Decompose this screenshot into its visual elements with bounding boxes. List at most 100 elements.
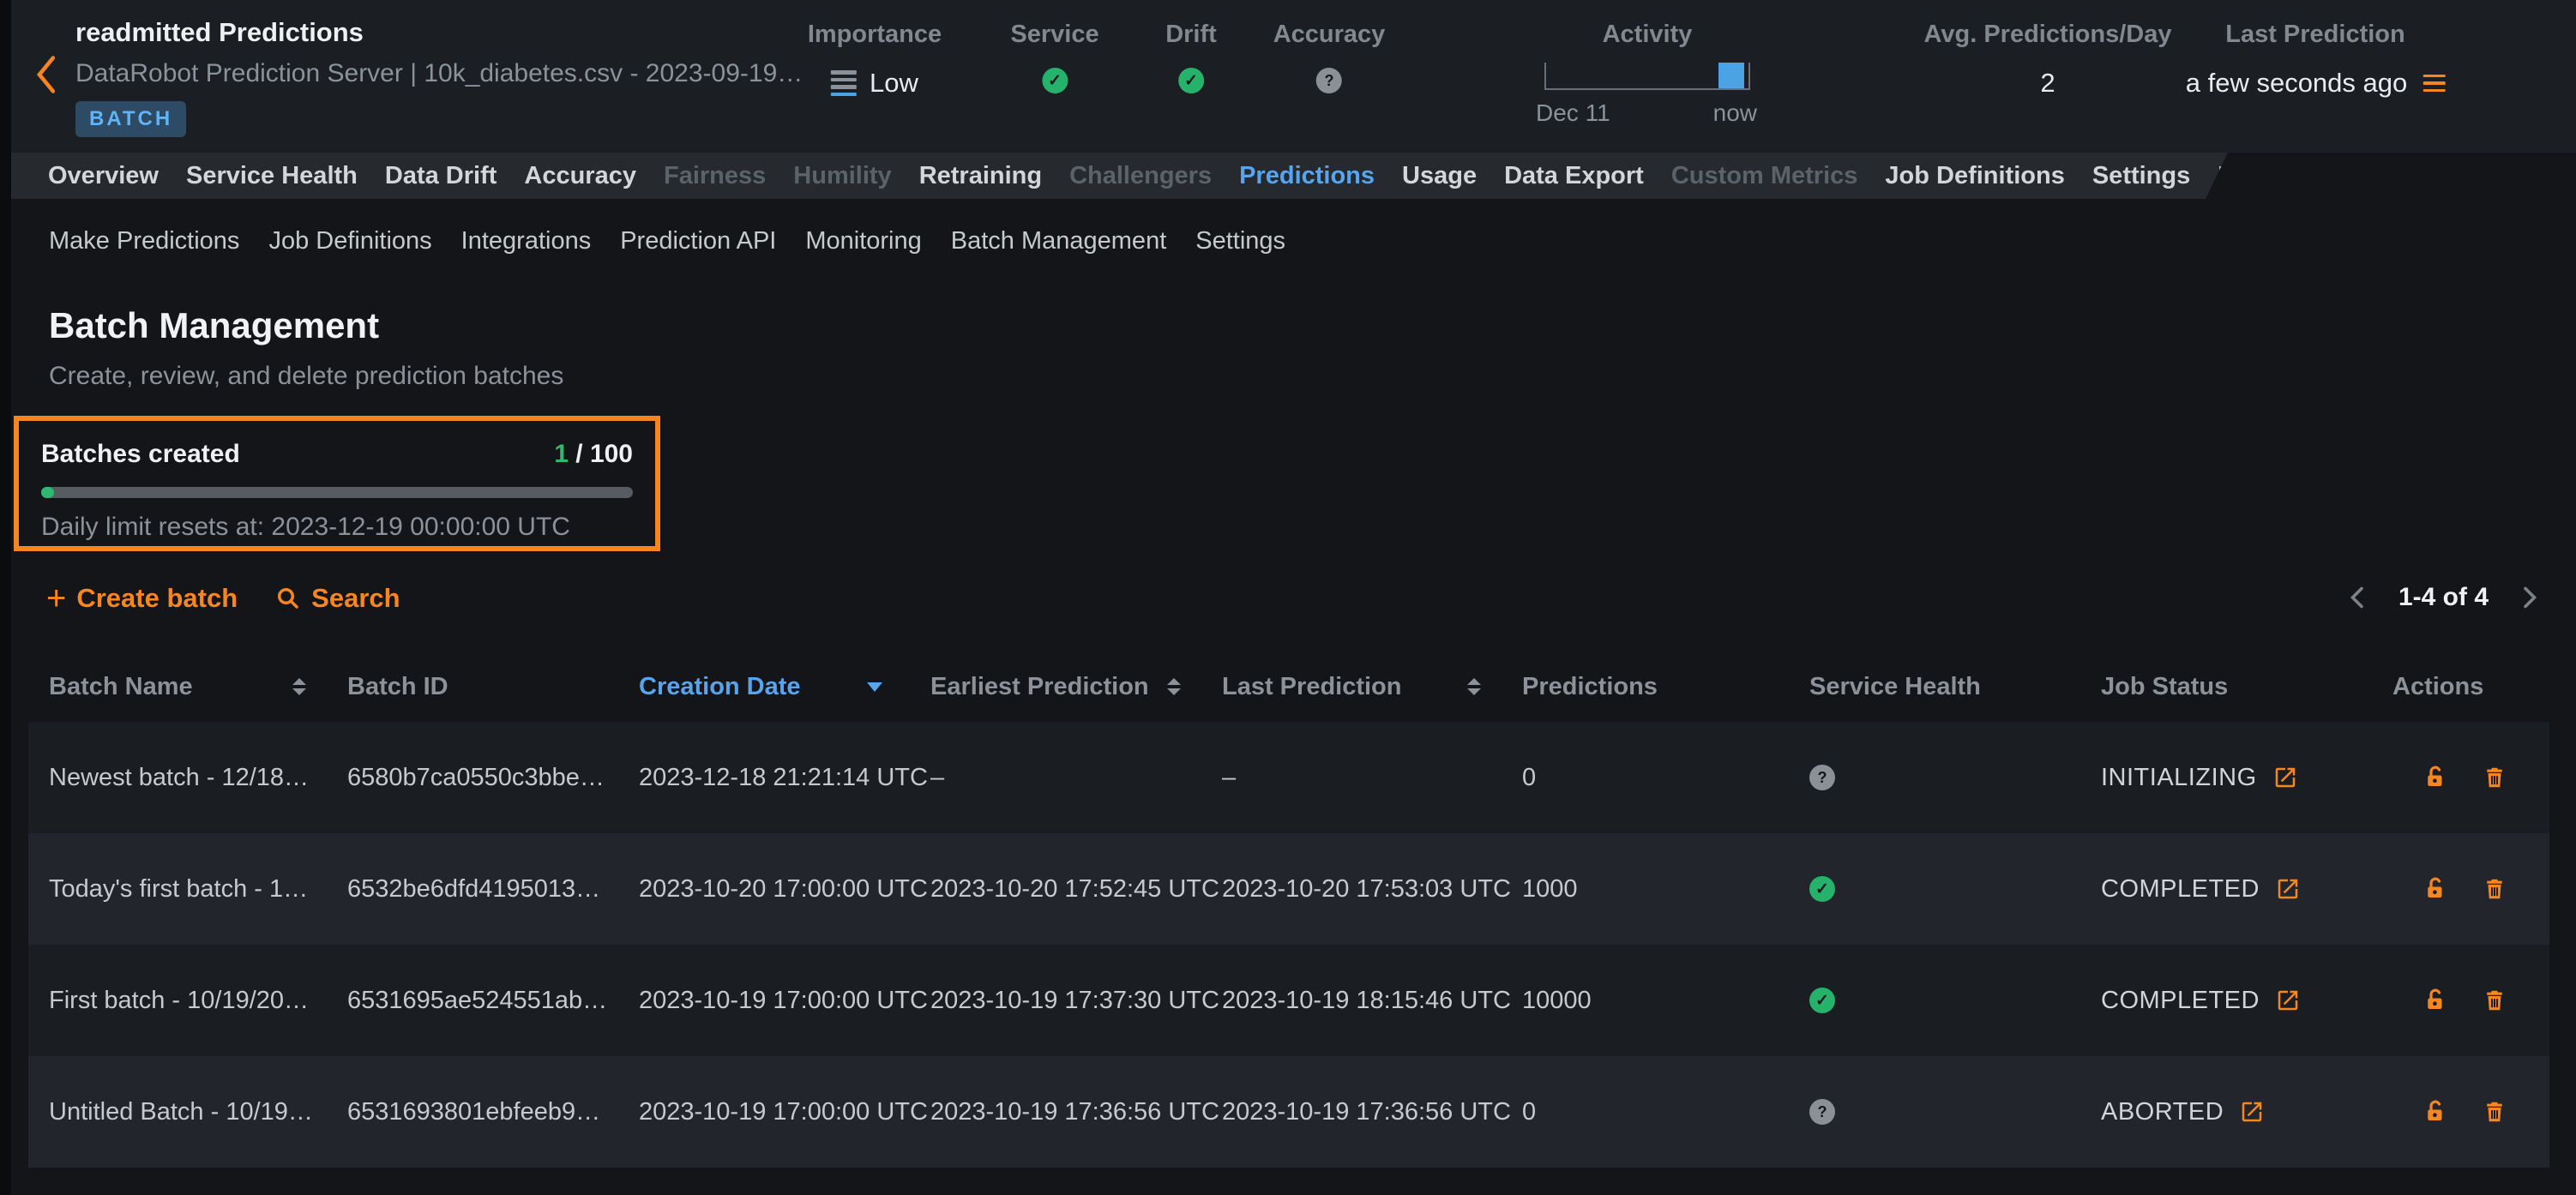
external-link-icon[interactable] bbox=[2275, 876, 2301, 902]
previous-page-icon[interactable] bbox=[2349, 585, 2364, 610]
sort-icon[interactable] bbox=[1167, 678, 1181, 695]
predictions-sub-nav-tab-monitoring: Monitoring bbox=[791, 227, 936, 255]
trash-icon[interactable] bbox=[2482, 876, 2507, 902]
cell-job-status: ABORTED bbox=[2092, 1098, 2384, 1126]
col-service-health: Service Health bbox=[1801, 673, 2092, 701]
sort-icon[interactable] bbox=[1467, 678, 1481, 695]
col-creation-date-label: Creation Date bbox=[639, 673, 801, 701]
job-status-text: COMPLETED bbox=[2101, 875, 2260, 904]
predictions-sub-nav-tab-prediction-api[interactable]: Prediction API bbox=[605, 227, 791, 255]
cell-batch-id: 6580b7ca0550c3bbe… bbox=[347, 764, 639, 792]
predictions-count-text: 10000 bbox=[1522, 987, 1592, 1015]
cell-creation-date: 2023-12-18 21:21:14 UTC bbox=[639, 764, 930, 792]
main-nav-tab-fairness: Fairness bbox=[650, 162, 779, 190]
predictions-sub-nav-tab-settings[interactable]: Settings bbox=[1181, 227, 1300, 255]
external-link-icon[interactable] bbox=[2272, 765, 2298, 790]
main-nav-tab-predictions[interactable]: Predictions bbox=[1225, 162, 1388, 190]
predictions-sub-nav-tab-job-definitions[interactable]: Job Definitions bbox=[254, 227, 446, 255]
earliest-prediction-text: – bbox=[930, 764, 944, 792]
unlock-icon[interactable] bbox=[2423, 1099, 2448, 1125]
col-batch-name[interactable]: Batch Name bbox=[28, 673, 347, 701]
sort-desc-icon[interactable] bbox=[867, 682, 882, 692]
create-batch-button[interactable]: + Create batch bbox=[46, 583, 238, 614]
unlock-icon[interactable] bbox=[2423, 876, 2448, 902]
quota-title: Batches created bbox=[41, 440, 240, 469]
cell-last-prediction: 2023-10-20 17:53:03 UTC bbox=[1222, 875, 1522, 904]
batch-id-text: 6580b7ca0550c3bbe… bbox=[347, 764, 605, 792]
trash-icon[interactable] bbox=[2482, 1099, 2507, 1125]
tab-label: Retraining bbox=[919, 162, 1042, 189]
cell-job-status: COMPLETED bbox=[2092, 987, 2384, 1015]
main-nav-tab-data-export[interactable]: Data Export bbox=[1490, 162, 1658, 190]
cell-service-health: ? bbox=[1801, 1099, 2092, 1125]
unlock-icon[interactable] bbox=[2423, 988, 2448, 1013]
col-last-prediction[interactable]: Last Prediction bbox=[1222, 673, 1522, 701]
main-nav-tab-usage[interactable]: Usage bbox=[1388, 162, 1490, 190]
tab-label: Data Export bbox=[1504, 162, 1644, 189]
table-row[interactable]: Untitled Batch - 10/19…6531693801ebfeeb9… bbox=[28, 1056, 2549, 1168]
tab-label: Job Definitions bbox=[1885, 162, 2064, 189]
cell-batch-name: Newest batch - 12/18… bbox=[28, 764, 347, 792]
earliest-prediction-text: 2023-10-19 17:37:30 UTC bbox=[930, 987, 1219, 1015]
predictions-sub-nav-tab-make-predictions[interactable]: Make Predictions bbox=[34, 227, 254, 255]
search-button[interactable]: Search bbox=[275, 583, 400, 614]
last-prediction-text: 2023-10-19 18:15:46 UTC bbox=[1222, 987, 1511, 1015]
trash-icon[interactable] bbox=[2482, 765, 2507, 790]
predictions-sub-nav-tab-integrations[interactable]: Integrations bbox=[447, 227, 606, 255]
table-row[interactable]: Newest batch - 12/18…6580b7ca0550c3bbe… 2… bbox=[28, 722, 2549, 833]
main-nav-tab-retraining[interactable]: Retraining bbox=[906, 162, 1056, 190]
table-row[interactable]: Today's first batch - 1…6532be6dfd419501… bbox=[28, 833, 2549, 945]
tab-label: Prediction API bbox=[620, 227, 776, 255]
left-edge-strip bbox=[0, 0, 11, 1195]
cell-batch-name: Today's first batch - 1… bbox=[28, 875, 347, 904]
batches-table: Batch Name Batch ID Creation Date Earlie… bbox=[28, 652, 2549, 1168]
external-link-icon[interactable] bbox=[2275, 988, 2301, 1013]
quota-used: 1 bbox=[554, 440, 569, 468]
batch-name-text: Today's first batch - 1… bbox=[49, 875, 308, 904]
main-nav-tab-service-health[interactable]: Service Health bbox=[172, 162, 371, 190]
cell-batch-id: 6531695ae524551ab… bbox=[347, 987, 639, 1015]
pagination: 1-4 of 4 bbox=[2349, 583, 2538, 612]
back-chevron-icon[interactable] bbox=[33, 55, 58, 99]
main-nav-tab-overview[interactable]: Overview bbox=[34, 162, 172, 190]
quota-limit: 100 bbox=[590, 440, 633, 468]
batches-created-quota-box: Batches created 1 / 100 Daily limit rese… bbox=[14, 416, 660, 551]
main-nav-tab-notifications[interactable]: Notifications bbox=[2204, 162, 2382, 190]
external-link-icon[interactable] bbox=[2239, 1099, 2265, 1125]
main-nav-tab-challengers: Challengers bbox=[1056, 162, 1225, 190]
col-creation-date[interactable]: Creation Date bbox=[639, 673, 930, 701]
earliest-prediction-text: 2023-10-20 17:52:45 UTC bbox=[930, 875, 1219, 904]
main-nav-tab-accuracy[interactable]: Accuracy bbox=[510, 162, 650, 190]
tab-label: Monitoring bbox=[805, 227, 921, 255]
unlock-icon[interactable] bbox=[2423, 765, 2448, 790]
table-header-row: Batch Name Batch ID Creation Date Earlie… bbox=[28, 652, 2549, 722]
tab-label: Batch Management bbox=[951, 227, 1166, 255]
deployment-header: readmitted Predictions DataRobot Predict… bbox=[0, 0, 2576, 153]
main-nav-tab-job-definitions[interactable]: Job Definitions bbox=[1871, 162, 2078, 190]
cell-last-prediction: 2023-10-19 17:36:56 UTC bbox=[1222, 1098, 1522, 1126]
avg-predictions-value: 2 bbox=[2040, 68, 2055, 99]
col-earliest-prediction[interactable]: Earliest Prediction bbox=[930, 673, 1222, 701]
cell-predictions: 0 bbox=[1522, 1098, 1801, 1126]
cell-batch-name: First batch - 10/19/20… bbox=[28, 987, 347, 1015]
plus-icon: + bbox=[46, 585, 66, 611]
search-icon bbox=[275, 585, 301, 611]
table-row[interactable]: First batch - 10/19/20…6531695ae524551ab… bbox=[28, 945, 2549, 1056]
main-nav-tab-settings[interactable]: Settings bbox=[2079, 162, 2204, 190]
sort-icon[interactable] bbox=[292, 678, 306, 695]
cell-actions bbox=[2384, 876, 2549, 902]
hamburger-menu-icon[interactable] bbox=[2423, 75, 2445, 93]
page-title: Batch Management bbox=[49, 305, 379, 346]
cell-predictions: 0 bbox=[1522, 764, 1801, 792]
drift-label: Drift bbox=[1165, 21, 1217, 49]
trash-icon[interactable] bbox=[2482, 988, 2507, 1013]
predictions-sub-nav-tab-batch-management[interactable]: Batch Management bbox=[936, 227, 1181, 255]
metric-importance: Importance Low bbox=[808, 21, 942, 99]
cell-actions bbox=[2384, 1099, 2549, 1125]
quota-reset-note: Daily limit resets at: 2023-12-19 00:00:… bbox=[41, 513, 633, 542]
tab-label: Overview bbox=[48, 162, 159, 189]
main-nav-tab-data-drift[interactable]: Data Drift bbox=[371, 162, 511, 190]
col-actions-label: Actions bbox=[2392, 673, 2483, 701]
next-page-icon[interactable] bbox=[2523, 585, 2538, 610]
cell-earliest-prediction: 2023-10-19 17:37:30 UTC bbox=[930, 987, 1222, 1015]
